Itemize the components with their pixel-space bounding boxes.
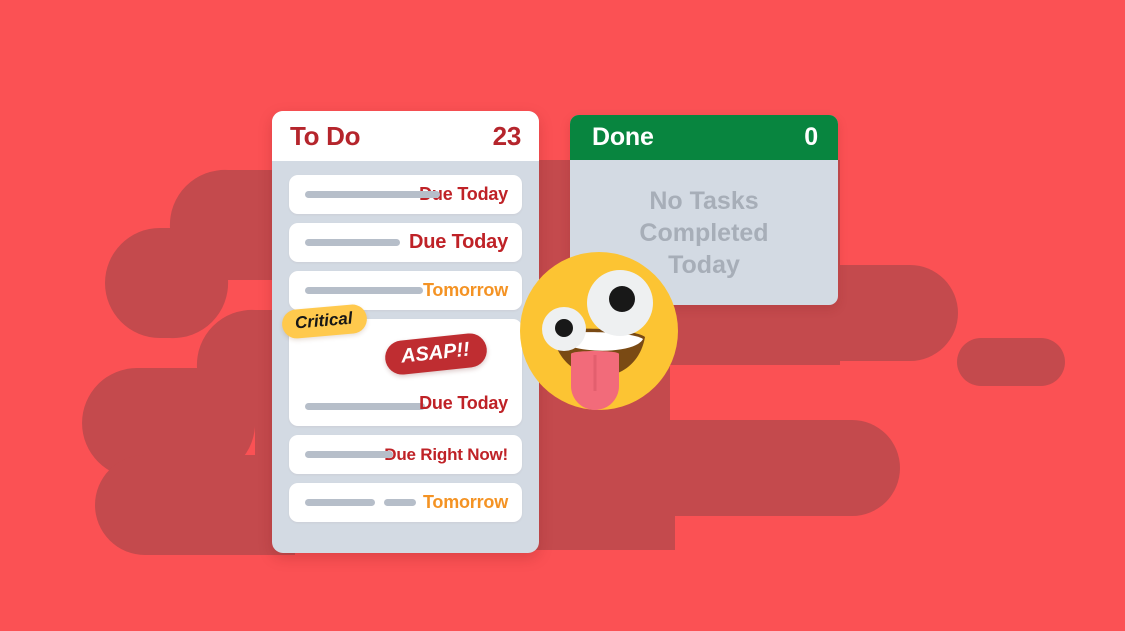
placeholder-bar	[305, 239, 400, 246]
done-empty-line-2: Completed	[639, 218, 769, 247]
task-title-placeholder	[305, 191, 440, 198]
task-title-placeholder	[305, 451, 393, 458]
zany-face-emoji	[520, 252, 678, 410]
task-card[interactable]: Due Today	[289, 175, 522, 214]
task-due-label: Due Right Now!	[384, 444, 508, 464]
critical-badge[interactable]: Critical	[280, 303, 368, 340]
done-column-header: Done 0	[570, 115, 838, 160]
placeholder-bar	[305, 287, 423, 294]
done-column-title: Done	[592, 123, 654, 151]
task-due-label: Due Today	[409, 231, 508, 253]
todo-column[interactable]: To Do 23 Due Today Due Today Tomorrow Due T…	[272, 111, 539, 553]
placeholder-bar	[384, 499, 416, 506]
todo-column-count: 23	[492, 120, 522, 151]
task-card[interactable]: Due Today Critical ASAP!!	[280, 303, 522, 426]
placeholder-bar	[305, 451, 393, 458]
emoji-eye-large-pupil	[609, 286, 635, 312]
task-due-label: Tomorrow	[422, 492, 508, 512]
task-board: Done 0 No Tasks Completed Today To Do 23…	[0, 0, 1125, 631]
task-card[interactable]: Due Today	[289, 223, 522, 262]
task-title-placeholder	[305, 499, 416, 506]
placeholder-bar	[305, 191, 440, 198]
placeholder-bar	[305, 403, 425, 410]
task-card[interactable]: Tomorrow	[289, 483, 522, 522]
done-empty-line-1: No Tasks	[649, 186, 759, 215]
todo-column-title: To Do	[290, 120, 361, 151]
placeholder-bar	[305, 499, 375, 506]
task-title-placeholder	[305, 403, 425, 410]
done-column-count: 0	[804, 123, 818, 151]
task-due-label: Due Today	[419, 393, 508, 413]
task-due-label: Tomorrow	[422, 280, 508, 300]
task-title-placeholder	[305, 239, 400, 246]
asap-badge[interactable]: ASAP!!	[383, 331, 489, 377]
todo-task-list: Due Today Due Today Tomorrow Due Today Criti…	[272, 161, 539, 522]
task-card[interactable]: Tomorrow	[289, 271, 522, 310]
task-card[interactable]: Due Right Now!	[289, 435, 522, 474]
task-title-placeholder	[305, 287, 423, 294]
emoji-eye-small-pupil	[555, 319, 573, 337]
todo-column-header: To Do 23	[272, 111, 539, 161]
